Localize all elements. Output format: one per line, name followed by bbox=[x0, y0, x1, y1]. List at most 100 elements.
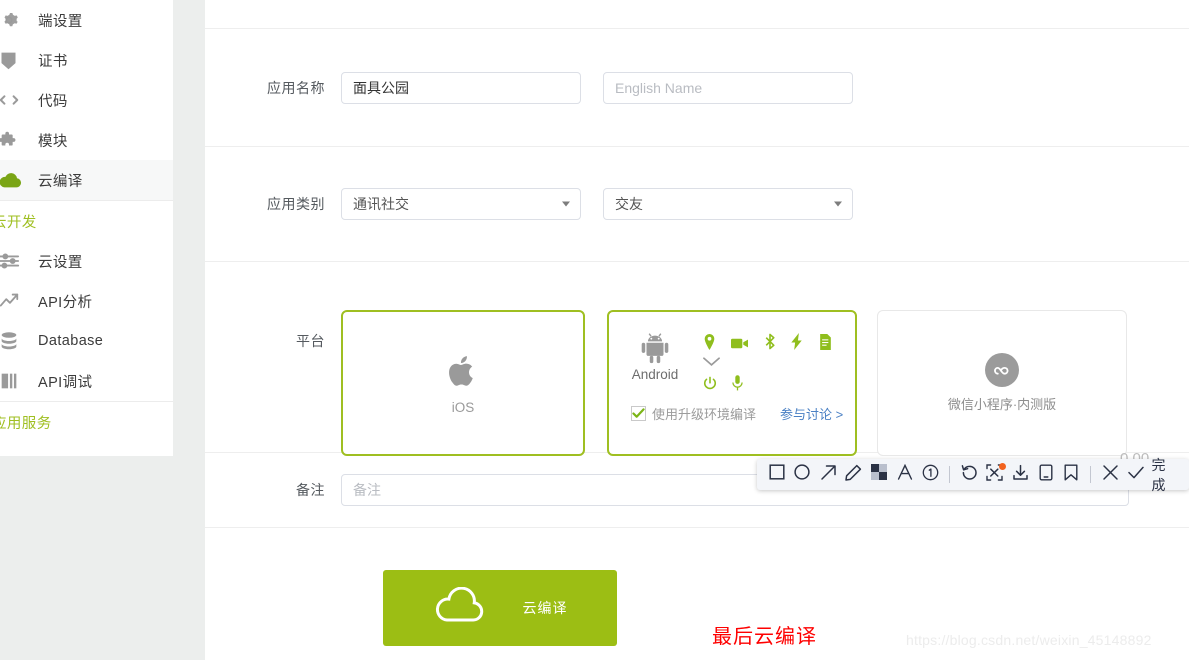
app-name-en-placeholder: English Name bbox=[615, 79, 703, 96]
location-pin-icon[interactable] bbox=[703, 334, 716, 350]
sidebar-item-mokuai[interactable]: 模块 bbox=[0, 120, 173, 160]
sidebar-item-zhengshu[interactable]: 证书 bbox=[0, 40, 173, 80]
bookmark-icon bbox=[1063, 464, 1079, 486]
sidebar: 端设置 证书 代码 模块 云编译 开发 云设置 API分析 Database A… bbox=[0, 0, 173, 456]
chevron-down-icon[interactable] bbox=[703, 356, 720, 368]
download-icon bbox=[1012, 464, 1029, 486]
sidebar-group-cloud-dev: 云开发 bbox=[0, 201, 173, 241]
microphone-icon[interactable] bbox=[732, 375, 744, 391]
upgrade-env-checkbox[interactable] bbox=[631, 406, 646, 421]
undo-button[interactable] bbox=[956, 459, 982, 490]
rectangle-tool-button[interactable] bbox=[764, 459, 790, 490]
sidebar-item-label: 端设置 bbox=[38, 13, 83, 30]
circle-icon bbox=[794, 464, 811, 485]
api-debug-icon bbox=[0, 366, 32, 396]
screenshot-annotation-toolbar: 完成 bbox=[757, 457, 1189, 493]
cloud-compile-label: 云编译 bbox=[522, 600, 568, 616]
text-tool-button[interactable] bbox=[892, 459, 918, 490]
platform-card-wechat[interactable]: 微信小程序·内测版 bbox=[877, 310, 1127, 456]
cloud-icon bbox=[433, 586, 489, 630]
sidebar-item-label: 云编译 bbox=[38, 173, 83, 190]
app-name-input[interactable]: 面具公园 bbox=[341, 71, 581, 104]
flash-icon[interactable] bbox=[791, 333, 803, 350]
chevron-down-icon bbox=[834, 201, 842, 207]
sliders-icon bbox=[0, 246, 32, 276]
module-icon bbox=[0, 125, 32, 155]
ellipse-tool-button[interactable] bbox=[790, 459, 816, 490]
done-button[interactable]: 完成 bbox=[1149, 455, 1183, 495]
letter-a-icon bbox=[897, 463, 913, 485]
pencil-icon bbox=[845, 464, 862, 486]
app-name-label: 应用名称 bbox=[267, 79, 325, 96]
remark-label: 备注 bbox=[296, 482, 325, 498]
circled-one-icon bbox=[922, 464, 939, 486]
ocr-button[interactable] bbox=[982, 459, 1008, 490]
page-background-band bbox=[0, 456, 205, 660]
screenshot-root: 端设置 证书 代码 模块 云编译 开发 云设置 API分析 Database A… bbox=[0, 0, 1189, 660]
undo-icon bbox=[961, 464, 978, 486]
document-icon[interactable] bbox=[819, 334, 832, 350]
sidebar-item-label: 模块 bbox=[38, 133, 68, 150]
main-content-panel: 应用名称 面具公园 English Name 应用类别 通讯社交 交友 平台 i… bbox=[205, 0, 1189, 660]
app-category-primary-select[interactable]: 通讯社交 bbox=[341, 188, 581, 220]
confirm-button[interactable] bbox=[1123, 459, 1149, 490]
check-icon bbox=[1127, 464, 1145, 486]
sidebar-item-label: API调试 bbox=[38, 374, 93, 391]
sidebar-item-label: Database bbox=[38, 333, 104, 349]
upgrade-env-label: 使用升级环境编译 bbox=[652, 407, 757, 422]
red-annotation-note: 最后云编译 bbox=[712, 624, 817, 648]
power-icon[interactable] bbox=[703, 376, 717, 391]
mosaic-tool-button[interactable] bbox=[866, 459, 892, 490]
download-button[interactable] bbox=[1007, 459, 1033, 490]
platform-card-ios[interactable]: iOS bbox=[341, 310, 585, 456]
ocr-badge-dot bbox=[999, 463, 1007, 470]
remark-placeholder: 备注 bbox=[353, 482, 381, 498]
phone-icon bbox=[1038, 464, 1054, 486]
ios-label: iOS bbox=[451, 400, 475, 415]
arrow-up-right-icon bbox=[820, 464, 837, 486]
sidebar-item-api-fenxi[interactable]: API分析 bbox=[0, 281, 173, 321]
video-camera-icon[interactable] bbox=[731, 337, 749, 350]
app-category-primary-value: 通讯社交 bbox=[353, 196, 409, 212]
send-to-phone-button[interactable] bbox=[1033, 459, 1059, 490]
sidebar-item-daima[interactable]: 代码 bbox=[0, 80, 173, 120]
app-category-secondary-value: 交友 bbox=[615, 196, 643, 212]
app-category-secondary-select[interactable]: 交友 bbox=[603, 188, 853, 220]
app-name-en-input[interactable]: English Name bbox=[603, 71, 853, 104]
sidebar-item-yunshezhi[interactable]: 云设置 bbox=[0, 241, 173, 281]
sidebar-group-app-service: 应用服务 bbox=[0, 402, 173, 442]
number-tool-button[interactable] bbox=[918, 459, 944, 490]
sidebar-item-label: API分析 bbox=[38, 294, 93, 311]
database-icon bbox=[0, 326, 32, 356]
cloud-icon bbox=[0, 165, 32, 195]
sidebar-item-yunbianyi[interactable]: 云编译 bbox=[0, 160, 173, 200]
sidebar-item-label: 证书 bbox=[38, 53, 68, 70]
app-name-value: 面具公园 bbox=[353, 79, 409, 96]
sidebar-group-label: 应用服务 bbox=[0, 415, 52, 432]
cancel-button[interactable] bbox=[1097, 459, 1123, 490]
mosaic-icon bbox=[871, 464, 888, 485]
sidebar-group-label: 云开发 bbox=[0, 214, 37, 231]
sidebar-item-database[interactable]: Database bbox=[0, 321, 173, 361]
android-label: Android bbox=[631, 367, 679, 382]
square-icon bbox=[769, 464, 785, 485]
cloud-compile-button[interactable]: 云编译 bbox=[383, 570, 617, 646]
toolbar-divider-1 bbox=[949, 466, 951, 483]
discuss-link[interactable]: 参与讨论 > bbox=[780, 404, 843, 423]
sidebar-item-api-tiaoshi[interactable]: API调试 bbox=[0, 361, 173, 401]
app-category-label: 应用类别 bbox=[267, 196, 325, 212]
chart-line-icon bbox=[0, 286, 32, 316]
csdn-watermark: https://blog.csdn.net/weixin_45148892 bbox=[906, 632, 1152, 648]
platform-card-android[interactable]: Android 使用升级环境编译 参与讨论 > bbox=[607, 310, 857, 456]
pin-button[interactable] bbox=[1059, 459, 1085, 490]
pencil-tool-button[interactable] bbox=[841, 459, 867, 490]
sidebar-item-label: 云设置 bbox=[38, 254, 83, 271]
bluetooth-icon[interactable] bbox=[764, 333, 776, 350]
form-row-app-name: 应用名称 面具公园 English Name bbox=[205, 29, 1189, 146]
android-icon bbox=[638, 330, 672, 369]
sidebar-item-duanshezhi[interactable]: 端设置 bbox=[0, 0, 173, 40]
wechat-miniprogram-icon bbox=[985, 353, 1019, 387]
toolbar-divider-2 bbox=[1090, 466, 1092, 483]
arrow-tool-button[interactable] bbox=[815, 459, 841, 490]
wechat-label: 微信小程序·内测版 bbox=[947, 397, 1057, 412]
